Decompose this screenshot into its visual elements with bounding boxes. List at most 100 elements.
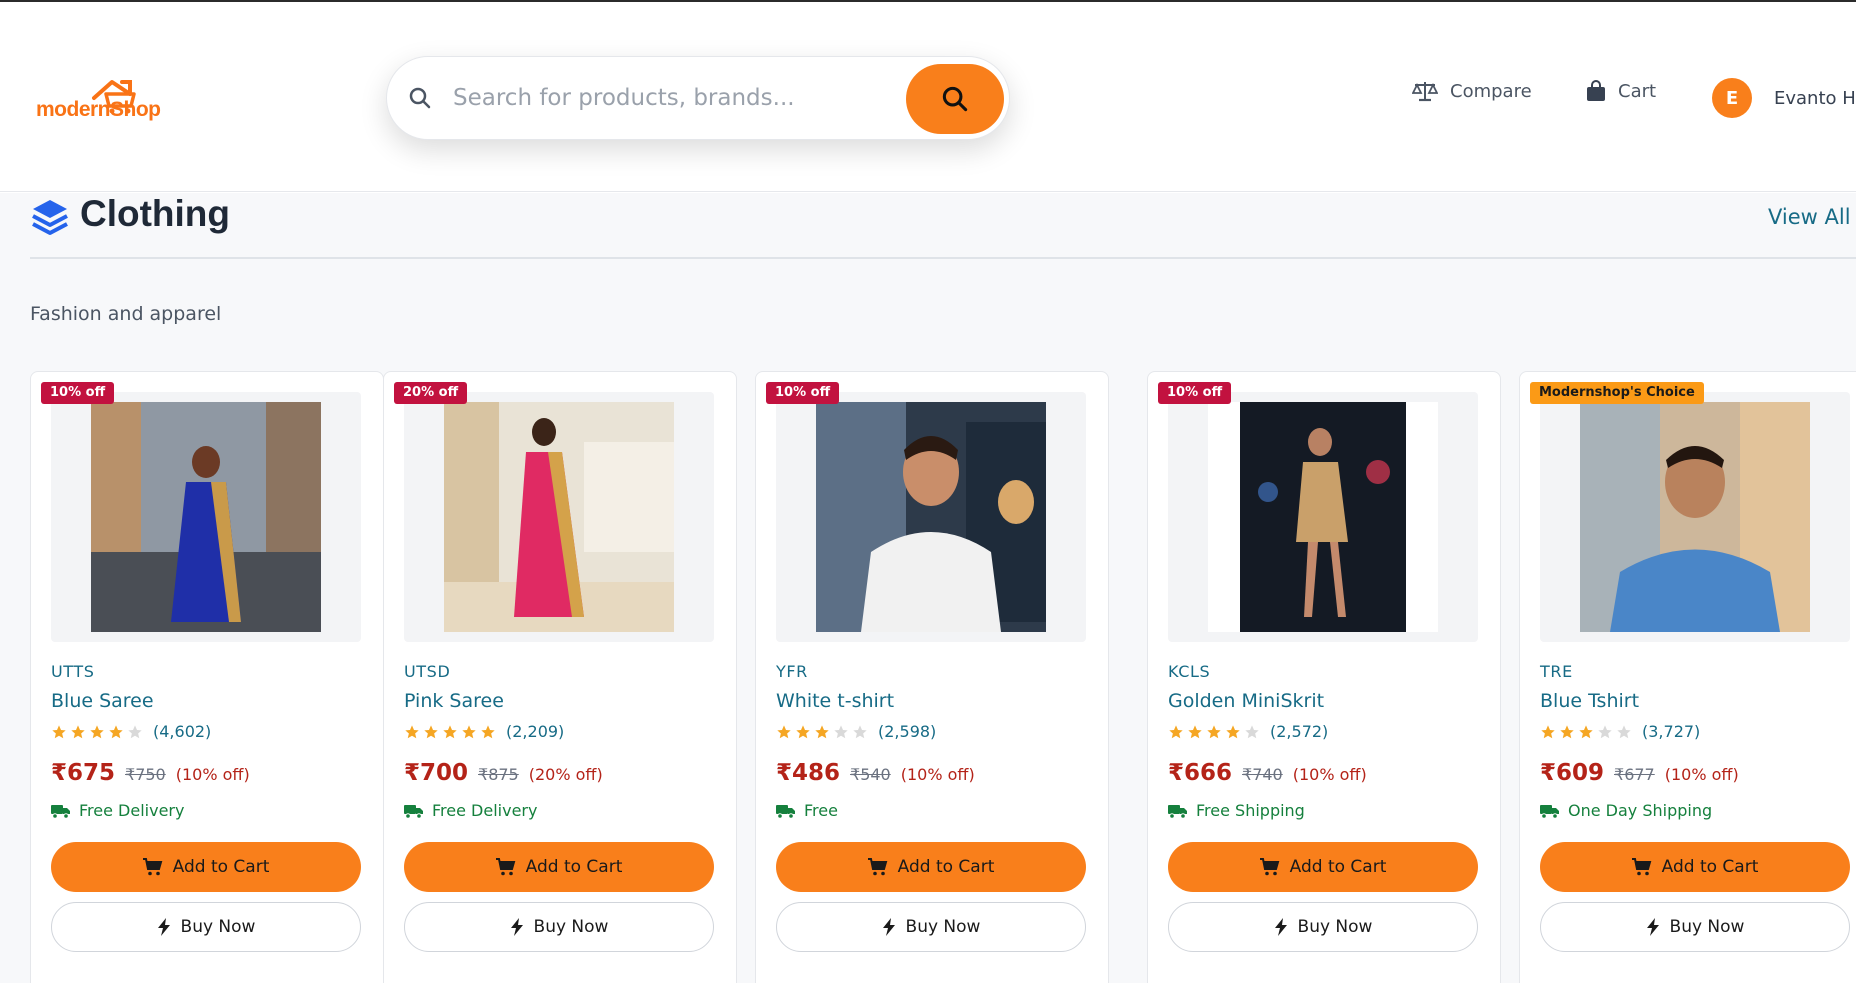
buy-now-label: Buy Now	[180, 917, 256, 937]
search-input[interactable]	[453, 75, 973, 121]
buy-now-button[interactable]: Buy Now	[404, 902, 714, 952]
product-name[interactable]: Golden MiniSkrit	[1168, 690, 1324, 712]
star-filled-icon	[815, 724, 829, 738]
lightning-icon	[1646, 918, 1659, 936]
product-image[interactable]	[1540, 392, 1850, 642]
product-photo	[91, 402, 321, 632]
choice-badge: Modernshop's Choice	[1530, 382, 1704, 404]
buy-now-label: Buy Now	[905, 917, 981, 937]
truck-icon	[1540, 804, 1559, 819]
original-price: ₹677	[1614, 765, 1655, 784]
buy-now-button[interactable]: Buy Now	[1168, 902, 1478, 952]
buy-now-button[interactable]: Buy Now	[51, 902, 361, 952]
add-to-cart-button[interactable]: Add to Cart	[1540, 842, 1850, 892]
cart-link[interactable]: Cart	[1586, 80, 1656, 102]
sale-price: ₹700	[404, 760, 469, 786]
review-count: (4,602)	[153, 722, 212, 741]
star-empty-icon	[1598, 724, 1612, 738]
cart-icon	[495, 858, 515, 876]
buy-now-button[interactable]: Buy Now	[776, 902, 1086, 952]
product-image[interactable]	[1168, 392, 1478, 642]
star-filled-icon	[462, 724, 476, 738]
star-filled-icon	[1169, 724, 1183, 738]
shipping-info: Free Delivery	[404, 801, 537, 820]
star-filled-icon	[796, 724, 810, 738]
product-image[interactable]	[51, 392, 361, 642]
search-button[interactable]	[906, 64, 1004, 134]
discount-badge: 10% off	[1158, 382, 1232, 404]
review-count: (2,598)	[878, 722, 937, 741]
view-all-link[interactable]: View All →	[1768, 205, 1856, 229]
star-filled-icon	[71, 724, 85, 738]
shipping-text: Free	[804, 801, 838, 820]
sale-price: ₹675	[51, 760, 116, 786]
cart-icon	[1259, 858, 1279, 876]
product-brand: YFR	[776, 662, 808, 681]
lightning-icon	[510, 918, 523, 936]
user-menu[interactable]: E Evanto Hos	[1712, 78, 1856, 118]
layers-icon	[32, 200, 68, 235]
product-card[interactable]: Modernshop's Choice TRE Blue Tshirt (3,7…	[1519, 371, 1856, 983]
product-rating: (2,598)	[776, 722, 936, 741]
buy-now-label: Buy Now	[533, 917, 609, 937]
product-brand: UTTS	[51, 662, 95, 681]
star-filled-icon	[1207, 724, 1221, 738]
site-header: modernShop Compare Cart E Ev	[0, 2, 1856, 192]
compare-label: Compare	[1450, 80, 1532, 102]
product-name[interactable]: Blue Saree	[51, 690, 154, 712]
add-to-cart-label: Add to Cart	[1661, 857, 1759, 877]
product-card[interactable]: 10% off UTTS Blue Saree (4,602) ₹675 ₹75…	[30, 371, 384, 983]
section-subtitle: Fashion and apparel	[30, 303, 222, 325]
star-filled-icon	[481, 724, 495, 738]
lightning-icon	[157, 918, 170, 936]
page-title: Clothing	[80, 193, 231, 234]
shipping-text: Free Shipping	[1196, 801, 1305, 820]
star-filled-icon	[109, 724, 123, 738]
star-empty-icon	[1245, 724, 1259, 738]
product-image[interactable]	[776, 392, 1086, 642]
price-row: ₹609 ₹677 (10% off)	[1540, 760, 1739, 786]
price-row: ₹700 ₹875 (20% off)	[404, 760, 603, 786]
buy-now-button[interactable]: Buy Now	[1540, 902, 1850, 952]
add-to-cart-label: Add to Cart	[172, 857, 270, 877]
star-rating	[404, 724, 496, 740]
product-card[interactable]: 20% off UTSD Pink Saree (2,209) ₹700 ₹87…	[383, 371, 737, 983]
add-to-cart-button[interactable]: Add to Cart	[404, 842, 714, 892]
cart-icon	[867, 858, 887, 876]
discount-text: (10% off)	[1664, 765, 1739, 784]
review-count: (2,209)	[506, 722, 565, 741]
balance-scale-icon	[1412, 82, 1438, 102]
review-count: (2,572)	[1270, 722, 1329, 741]
lightning-icon	[882, 918, 895, 936]
add-to-cart-button[interactable]: Add to Cart	[51, 842, 361, 892]
truck-icon	[776, 804, 795, 819]
truck-icon	[51, 804, 70, 819]
add-to-cart-button[interactable]: Add to Cart	[776, 842, 1086, 892]
product-name[interactable]: Blue Tshirt	[1540, 690, 1639, 712]
product-rating: (3,727)	[1540, 722, 1700, 741]
add-to-cart-button[interactable]: Add to Cart	[1168, 842, 1478, 892]
product-name[interactable]: White t-shirt	[776, 690, 894, 712]
star-filled-icon	[1226, 724, 1240, 738]
truck-icon	[1168, 804, 1187, 819]
product-name[interactable]: Pink Saree	[404, 690, 504, 712]
discount-badge: 20% off	[394, 382, 468, 404]
product-card[interactable]: 10% off YFR White t-shirt (2,598) ₹486 ₹…	[755, 371, 1109, 983]
logo[interactable]: modernShop	[36, 76, 161, 136]
lightning-icon	[1274, 918, 1287, 936]
avatar: E	[1712, 78, 1752, 118]
star-filled-icon	[405, 724, 419, 738]
star-filled-icon	[1541, 724, 1555, 738]
product-image[interactable]	[404, 392, 714, 642]
star-filled-icon	[777, 724, 791, 738]
price-row: ₹486 ₹540 (10% off)	[776, 760, 975, 786]
discount-badge: 10% off	[766, 382, 840, 404]
cart-icon	[1631, 858, 1651, 876]
product-card[interactable]: 10% off KCLS Golden MiniSkrit (2,572) ₹6…	[1147, 371, 1501, 983]
compare-link[interactable]: Compare	[1412, 80, 1532, 102]
shipping-info: Free Shipping	[1168, 801, 1305, 820]
add-to-cart-label: Add to Cart	[897, 857, 995, 877]
cart-icon	[142, 858, 162, 876]
star-filled-icon	[1579, 724, 1593, 738]
star-rating	[776, 724, 868, 740]
